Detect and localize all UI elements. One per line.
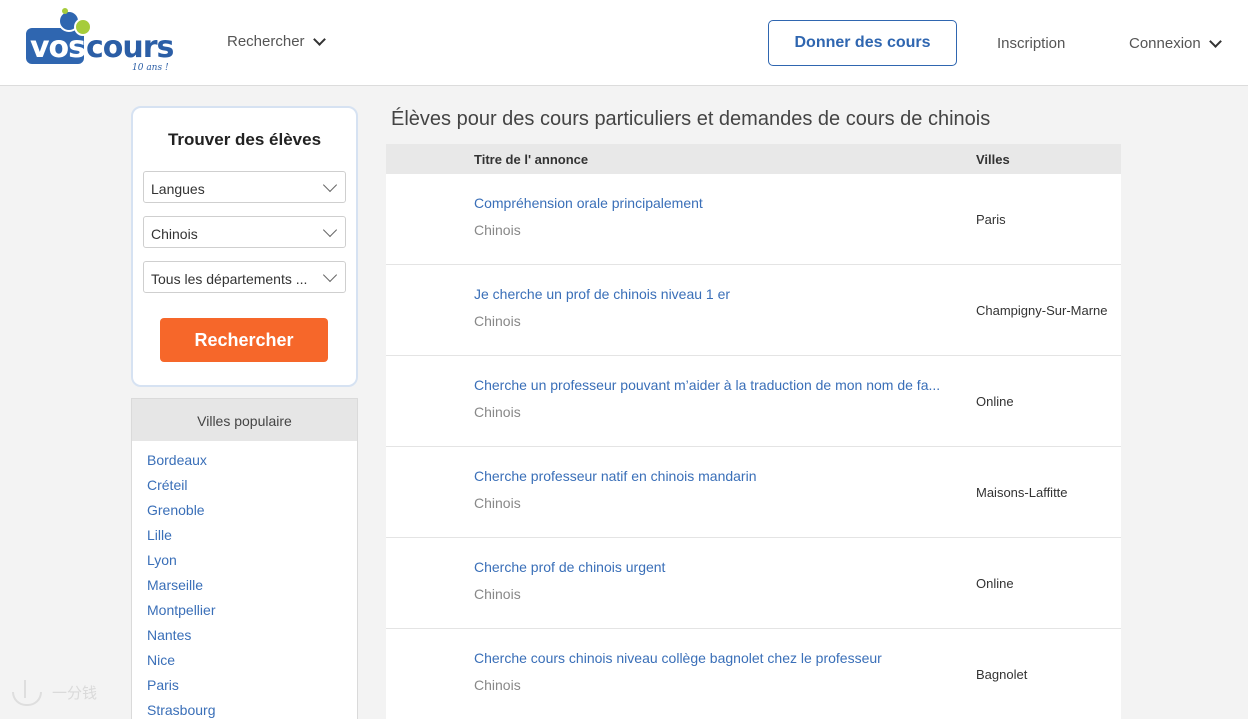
search-button[interactable]: Rechercher xyxy=(160,318,328,362)
listing-city: Bagnolet xyxy=(976,667,1028,682)
popular-cities-heading: Villes populaire xyxy=(132,399,357,441)
department-select-value: Tous les départements ... xyxy=(151,271,308,287)
find-students-panel: Trouver des élèves Langues Chinois Tous … xyxy=(131,106,358,387)
table-row[interactable]: Compréhension orale principalement Chino… xyxy=(386,174,1121,265)
listing-title-link[interactable]: Cherche professeur natif en chinois mand… xyxy=(474,468,944,484)
city-link[interactable]: Bordeaux xyxy=(147,452,357,477)
table-row[interactable]: Cherche cours chinois niveau collège bag… xyxy=(386,629,1121,719)
city-link[interactable]: Strasbourg xyxy=(147,702,357,719)
column-header-title: Titre de l' annonce xyxy=(474,152,589,167)
listing-city: Online xyxy=(976,576,1014,591)
table-row[interactable]: Cherche prof de chinois urgent Chinois O… xyxy=(386,538,1121,629)
listing-title-link[interactable]: Cherche cours chinois niveau collège bag… xyxy=(474,650,944,666)
listing-subject: Chinois xyxy=(474,222,521,238)
city-link[interactable]: Lyon xyxy=(147,552,357,577)
listing-city: Online xyxy=(976,394,1014,409)
logo-text-cours: cours xyxy=(86,30,174,65)
city-link[interactable]: Marseille xyxy=(147,577,357,602)
listing-title-link[interactable]: Compréhension orale principalement xyxy=(474,195,944,211)
table-row[interactable]: Cherche un professeur pouvant m’aider à … xyxy=(386,356,1121,447)
category-select-value: Langues xyxy=(151,181,205,197)
listing-subject: Chinois xyxy=(474,586,521,602)
site-header: vos cours 10 ans ! Rechercher Donner des… xyxy=(0,0,1248,86)
listing-subject: Chinois xyxy=(474,677,521,693)
watermark-text: 一分钱 xyxy=(52,684,98,702)
popular-cities-list: Bordeaux Créteil Grenoble Lille Lyon Mar… xyxy=(132,441,357,719)
table-row[interactable]: Cherche professeur natif en chinois mand… xyxy=(386,447,1121,538)
city-link[interactable]: Montpellier xyxy=(147,602,357,627)
city-link[interactable]: Nantes xyxy=(147,627,357,652)
city-link[interactable]: Lille xyxy=(147,527,357,552)
logo-dot-icon xyxy=(62,8,68,14)
nav-search-label: Rechercher xyxy=(227,33,305,50)
listing-subject: Chinois xyxy=(474,495,521,511)
listing-title-link[interactable]: Cherche un professeur pouvant m’aider à … xyxy=(474,377,944,393)
chevron-down-icon xyxy=(1208,34,1222,48)
login-label: Connexion xyxy=(1129,35,1201,52)
listing-city: Maisons-Laffitte xyxy=(976,485,1068,500)
chevron-down-icon xyxy=(312,32,326,46)
listing-title-link[interactable]: Cherche prof de chinois urgent xyxy=(474,559,944,575)
listing-city: Paris xyxy=(976,212,1006,227)
donner-des-cours-button[interactable]: Donner des cours xyxy=(768,20,957,66)
login-menu[interactable]: Connexion xyxy=(1129,34,1222,52)
logo-text-vos: vos xyxy=(30,30,86,65)
nav-search-menu[interactable]: Rechercher xyxy=(227,32,326,50)
signup-link[interactable]: Inscription xyxy=(997,35,1065,52)
city-link[interactable]: Nice xyxy=(147,652,357,677)
city-link[interactable]: Paris xyxy=(147,677,357,702)
watermark: 一分钱 xyxy=(10,678,97,706)
category-select[interactable]: Langues xyxy=(143,171,346,203)
listing-subject: Chinois xyxy=(474,313,521,329)
listing-subject: Chinois xyxy=(474,404,521,420)
chevron-down-icon xyxy=(322,177,338,193)
listings-table: Titre de l' annonce Villes Compréhension… xyxy=(386,144,1121,719)
listing-title-link[interactable]: Je cherche un prof de chinois niveau 1 e… xyxy=(474,286,944,302)
find-students-title: Trouver des élèves xyxy=(167,130,322,149)
subject-select[interactable]: Chinois xyxy=(143,216,346,248)
column-header-city: Villes xyxy=(976,152,1010,167)
popular-cities-panel: Villes populaire Bordeaux Créteil Grenob… xyxy=(131,398,358,719)
table-row[interactable]: Je cherche un prof de chinois niveau 1 e… xyxy=(386,265,1121,356)
page-title: Élèves pour des cours particuliers et de… xyxy=(391,108,991,130)
chevron-down-icon xyxy=(322,267,338,283)
listing-city: Champigny-Sur-Marne xyxy=(976,303,1108,318)
site-logo[interactable]: vos cours 10 ans ! xyxy=(26,8,176,76)
chevron-down-icon xyxy=(322,222,338,238)
city-link[interactable]: Créteil xyxy=(147,477,357,502)
city-link[interactable]: Grenoble xyxy=(147,502,357,527)
watermark-logo-icon xyxy=(10,678,44,706)
table-header: Titre de l' annonce Villes xyxy=(386,144,1121,174)
subject-select-value: Chinois xyxy=(151,226,198,242)
department-select[interactable]: Tous les départements ... xyxy=(143,261,346,293)
logo-tagline: 10 ans ! xyxy=(132,63,169,73)
